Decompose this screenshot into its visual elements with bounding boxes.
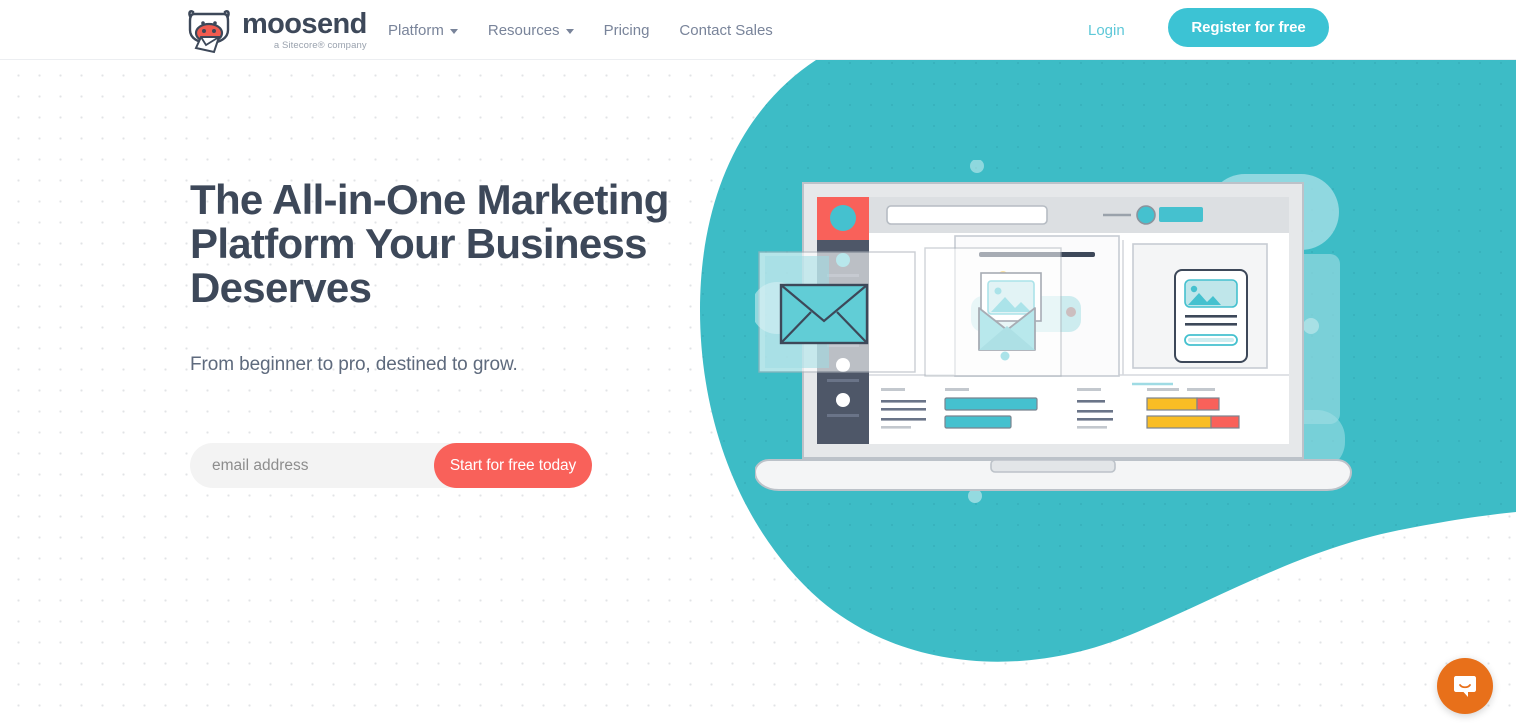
signup-form: Start for free today <box>190 443 592 488</box>
nav-item-contact-sales[interactable]: Contact Sales <box>664 22 787 39</box>
start-for-free-button[interactable]: Start for free today <box>434 443 592 488</box>
intercom-chat-bubble-icon <box>1454 676 1476 697</box>
chevron-down-icon <box>449 28 458 34</box>
nav-label-contact-sales: Contact Sales <box>679 21 773 39</box>
hero-subtitle: From beginner to pro, destined to grow. <box>190 354 518 375</box>
nav-item-platform[interactable]: Platform <box>388 22 473 39</box>
moosend-logo[interactable]: moosend a Sitecore® company <box>186 4 367 56</box>
chevron-down-icon <box>565 28 574 34</box>
login-link[interactable]: Login <box>1088 0 1125 60</box>
site-header: moosend a Sitecore® company Platform Res… <box>0 0 1516 60</box>
moosend-cow-logo-icon <box>188 10 230 54</box>
page-root: moosend a Sitecore® company Platform Res… <box>0 0 1516 723</box>
hero-illustration <box>755 160 1353 503</box>
nav-item-resources[interactable]: Resources <box>473 22 589 39</box>
nav-label-resources: Resources <box>487 21 560 39</box>
intercom-chat-button[interactable] <box>1437 658 1493 714</box>
logo-tagline: a Sitecore® company <box>273 40 367 51</box>
nav-label-platform: Platform <box>388 21 444 39</box>
main-navigation: Platform Resources Pricing Contact Sales <box>388 0 788 60</box>
hero-copy: The All-in-One Marketing Platform Your B… <box>190 178 710 376</box>
nav-item-pricing[interactable]: Pricing <box>589 22 665 39</box>
logo-wordmark: moosend <box>242 8 367 40</box>
nav-label-pricing: Pricing <box>603 21 650 39</box>
page-title: The All-in-One Marketing Platform Your B… <box>190 176 669 311</box>
email-input[interactable] <box>190 443 434 488</box>
register-for-free-button[interactable]: Register for free <box>1168 8 1329 47</box>
